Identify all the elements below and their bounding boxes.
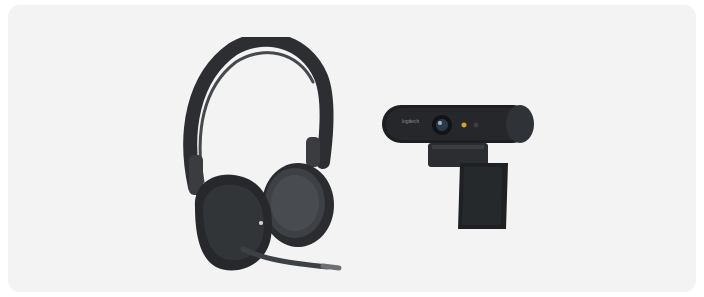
product-card: logitech xyxy=(8,5,696,292)
webcam-icon: logitech xyxy=(382,105,534,229)
webcam-brand-logo: logitech xyxy=(402,119,419,125)
headset-icon xyxy=(183,37,342,271)
